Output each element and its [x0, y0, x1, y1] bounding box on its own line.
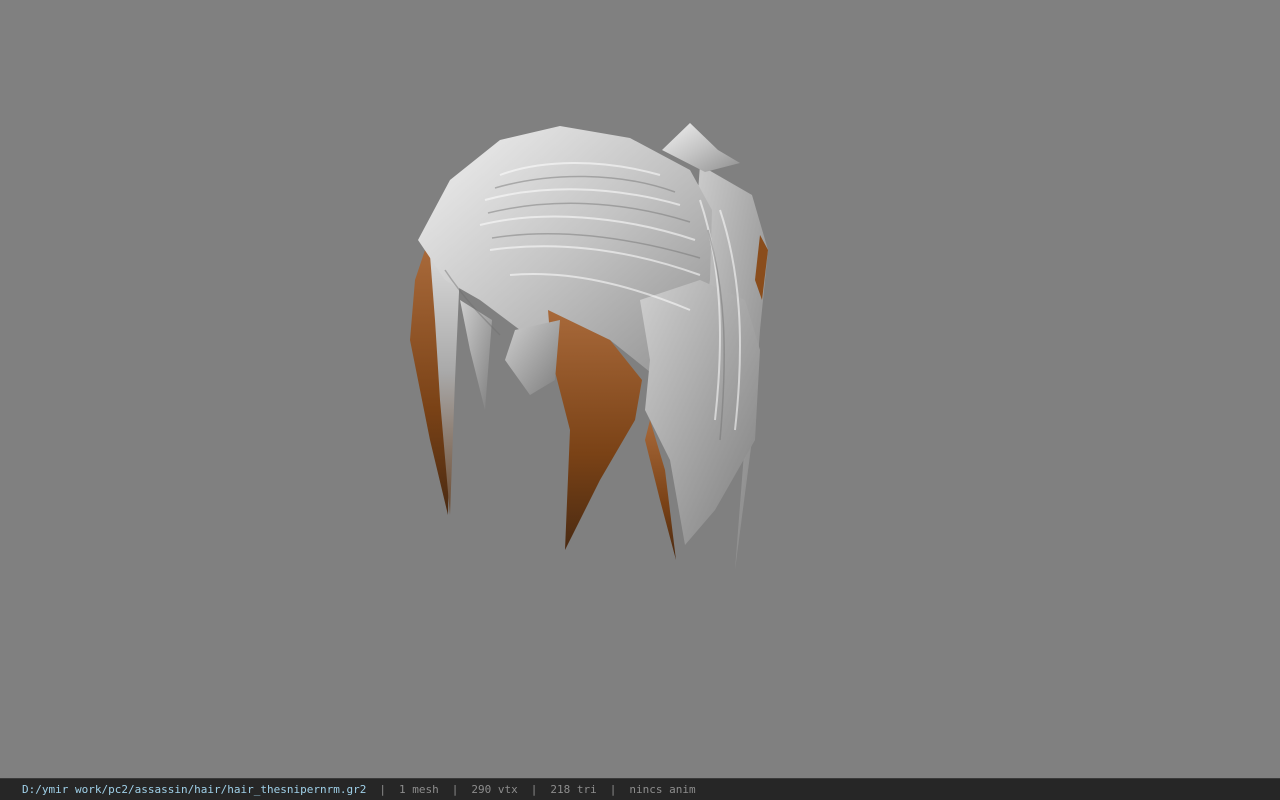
triangle-count: 218 tri [550, 783, 597, 796]
mesh-count: 1 mesh [399, 783, 439, 796]
hair-strand-left-middle [460, 300, 492, 410]
vertex-count: 290 vtx [471, 783, 518, 796]
animation-status: nincs anim [629, 783, 696, 796]
file-path: D:/ymir work/pc2/assassin/hair/hair_thes… [22, 783, 367, 796]
separator: | [530, 783, 538, 796]
separator: | [451, 783, 459, 796]
separator: | [379, 783, 386, 796]
hair-model-render[interactable] [0, 0, 1280, 778]
separator: | [609, 783, 617, 796]
status-bar: D:/ymir work/pc2/assassin/hair/hair_thes… [0, 778, 1280, 800]
hair-strand-back-lower [505, 320, 560, 395]
3d-viewport[interactable] [0, 0, 1280, 778]
